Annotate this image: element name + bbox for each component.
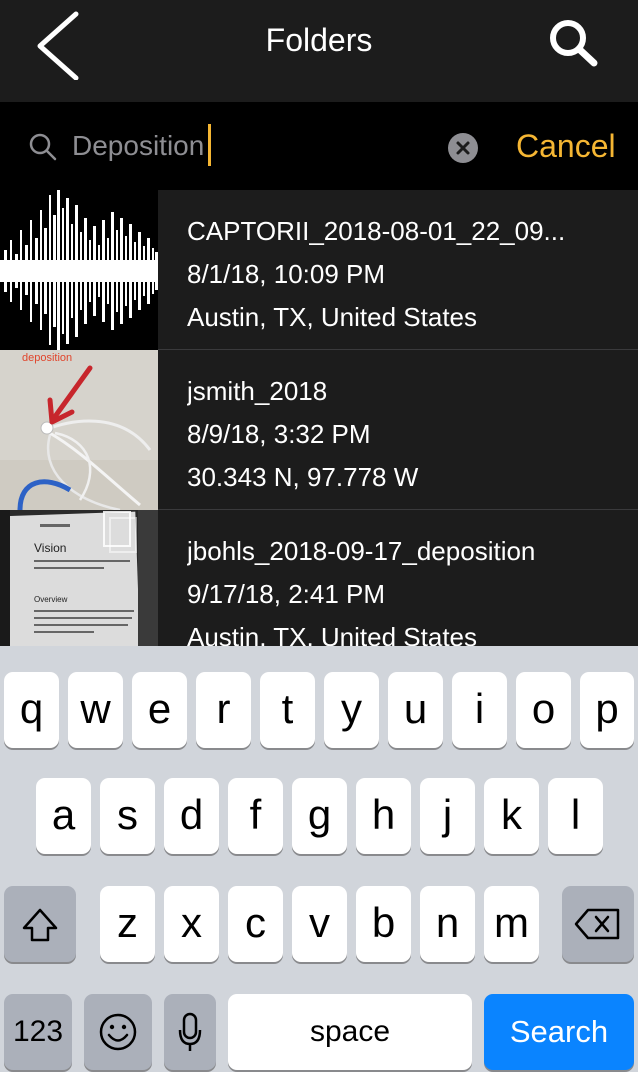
- item-title: jsmith_2018: [187, 376, 328, 406]
- key-l[interactable]: l: [548, 778, 603, 854]
- key-e[interactable]: e: [132, 672, 187, 748]
- key-j[interactable]: j: [420, 778, 475, 854]
- results-list: CAPTORII_2018-08-01_22_09... 8/1/18, 10:…: [0, 190, 638, 646]
- microphone-icon: [178, 1012, 202, 1051]
- navigation-bar: Folders: [0, 0, 638, 102]
- key-h[interactable]: h: [356, 778, 411, 854]
- key-t[interactable]: t: [260, 672, 315, 748]
- page-title: Folders: [265, 22, 373, 58]
- delete-key[interactable]: [562, 886, 634, 962]
- item-date: 9/17/18, 2:41 PM: [187, 579, 386, 609]
- key-s[interactable]: s: [100, 778, 155, 854]
- search-bar: Deposition Cancel: [0, 102, 638, 190]
- item-location: Austin, TX, United States: [187, 622, 477, 646]
- item-location: 30.343 N, 97.778 W: [187, 462, 419, 492]
- key-d[interactable]: d: [164, 778, 219, 854]
- item-title: CAPTORII_2018-08-01_22_09...: [187, 216, 566, 246]
- item-date: 8/1/18, 10:09 PM: [187, 259, 386, 289]
- item-date: 8/9/18, 3:32 PM: [187, 419, 371, 449]
- key-x[interactable]: x: [164, 886, 219, 962]
- search-button[interactable]: [544, 16, 604, 72]
- backspace-icon: [574, 908, 620, 940]
- list-item[interactable]: CAPTORII_2018-08-01_22_09... 8/1/18, 10:…: [0, 190, 638, 350]
- search-icon: [29, 133, 57, 161]
- key-b[interactable]: b: [356, 886, 411, 962]
- shift-key[interactable]: [4, 886, 76, 962]
- search-key[interactable]: Search: [484, 994, 634, 1070]
- key-m[interactable]: m: [484, 886, 539, 962]
- cancel-button[interactable]: Cancel: [516, 124, 616, 168]
- numbers-key[interactable]: 123: [4, 994, 72, 1070]
- search-input[interactable]: Deposition: [72, 126, 204, 166]
- key-i[interactable]: i: [452, 672, 507, 748]
- dictation-key[interactable]: [164, 994, 216, 1070]
- photo-thumbnail: deposition: [0, 350, 158, 510]
- on-screen-keyboard: q w e r t y u i o p a s d f g h j k l z …: [0, 646, 638, 1072]
- item-location: Austin, TX, United States: [187, 302, 477, 332]
- key-k[interactable]: k: [484, 778, 539, 854]
- emoji-icon: [99, 1013, 137, 1051]
- key-n[interactable]: n: [420, 886, 475, 962]
- clear-search-button[interactable]: [448, 133, 478, 163]
- key-z[interactable]: z: [100, 886, 155, 962]
- space-key[interactable]: space: [228, 994, 472, 1070]
- key-w[interactable]: w: [68, 672, 123, 748]
- audio-waveform-thumbnail: [0, 190, 158, 350]
- thumbnail-heading: Vision: [34, 541, 66, 555]
- text-cursor: [208, 124, 211, 166]
- close-icon: [456, 141, 470, 155]
- key-c[interactable]: c: [228, 886, 283, 962]
- key-f[interactable]: f: [228, 778, 283, 854]
- list-item[interactable]: Vision Overview jbohls_2018-09-17_deposi…: [0, 510, 638, 646]
- key-g[interactable]: g: [292, 778, 347, 854]
- search-icon: [550, 20, 598, 67]
- emoji-key[interactable]: [84, 994, 152, 1070]
- thumbnail-label: deposition: [22, 352, 72, 364]
- key-y[interactable]: y: [324, 672, 379, 748]
- key-v[interactable]: v: [292, 886, 347, 962]
- key-u[interactable]: u: [388, 672, 443, 748]
- photo-thumbnail: Vision Overview: [0, 510, 158, 646]
- key-q[interactable]: q: [4, 672, 59, 748]
- key-a[interactable]: a: [36, 778, 91, 854]
- key-o[interactable]: o: [516, 672, 571, 748]
- shift-icon: [22, 908, 58, 942]
- key-r[interactable]: r: [196, 672, 251, 748]
- list-item[interactable]: deposition jsmith_2018 8/9/18, 3:32 PM 3…: [0, 350, 638, 510]
- item-title: jbohls_2018-09-17_deposition: [187, 536, 536, 566]
- key-p[interactable]: p: [580, 672, 634, 748]
- thumbnail-subheading: Overview: [34, 595, 68, 604]
